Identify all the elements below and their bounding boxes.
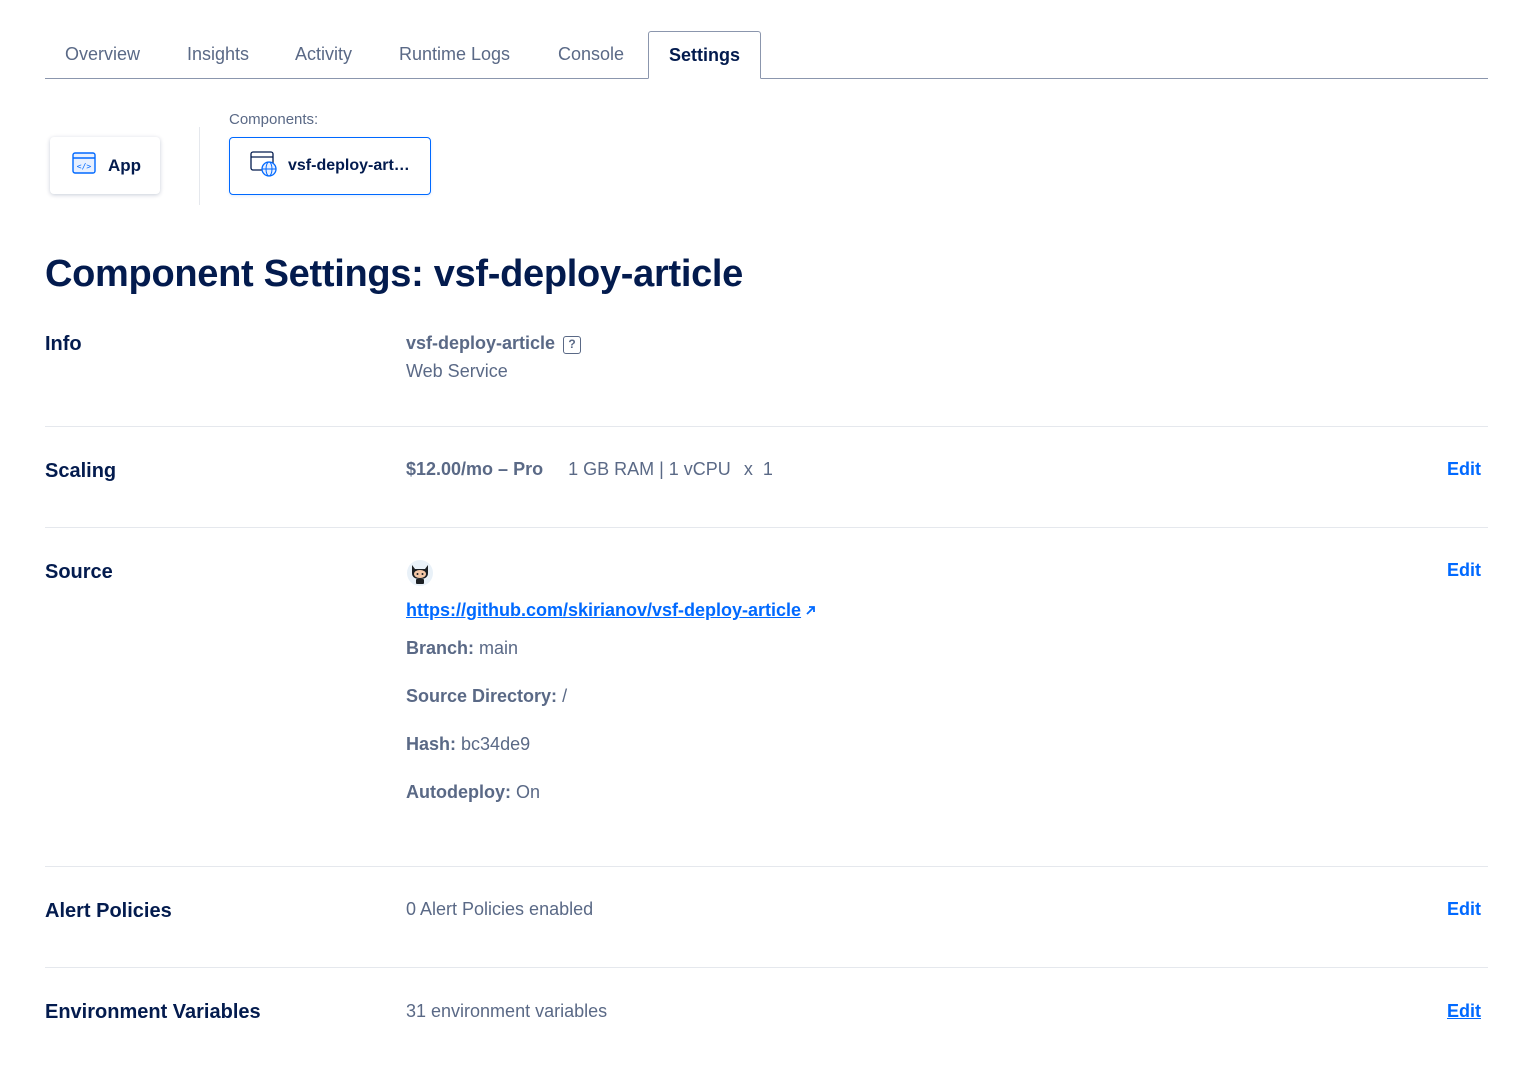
alert-policies-label: Alert Policies	[45, 900, 172, 922]
svg-text:</>: </>	[77, 162, 92, 171]
divider	[45, 866, 1488, 867]
source-hash: Hash: bc34de9	[406, 734, 530, 755]
help-icon[interactable]: ?	[563, 336, 582, 354]
web-service-globe-icon	[250, 150, 278, 182]
page-title: Component Settings: vsf-deploy-article	[45, 253, 744, 295]
tab-activity[interactable]: Activity	[275, 31, 372, 79]
branch-value: main	[479, 638, 519, 658]
component-app-card[interactable]: </> App	[50, 137, 160, 194]
source-label: Source	[45, 561, 113, 583]
component-service-card[interactable]: vsf-deploy-article	[229, 137, 431, 195]
alert-policies-edit-button[interactable]: Edit	[1447, 899, 1481, 920]
autodeploy-key: Autodeploy:	[406, 782, 511, 802]
env-vars-value: 31 environment variables	[406, 1001, 608, 1021]
component-service-label: vsf-deploy-article	[288, 157, 413, 174]
tab-runtime-logs[interactable]: Runtime Logs	[379, 31, 530, 79]
tab-bar: Overview Insights Activity Runtime Logs …	[45, 31, 1488, 79]
env-vars-edit-button[interactable]: Edit	[1447, 1001, 1481, 1022]
repo-link[interactable]: https://github.com/skirianov/vsf-deploy-…	[406, 600, 816, 621]
divider	[45, 967, 1488, 968]
tab-console[interactable]: Console	[538, 31, 644, 79]
hash-value: bc34de9	[461, 734, 531, 754]
source-directory: Source Directory: /	[406, 686, 567, 707]
scaling-count: x 1	[743, 459, 773, 479]
source-branch: Branch: main	[406, 638, 518, 659]
code-window-icon: </>	[72, 152, 96, 179]
alert-policies-value: 0 Alert Policies enabled	[406, 899, 594, 919]
hash-key: Hash:	[406, 734, 457, 754]
info-label: Info	[45, 333, 82, 355]
branch-key: Branch:	[406, 638, 475, 658]
scaling-value: $12.00/mo – Pro 1 GB RAM | 1 vCPU x 1	[406, 459, 773, 480]
source-edit-button[interactable]: Edit	[1447, 560, 1481, 581]
scaling-price: $12.00/mo – Pro	[406, 459, 544, 479]
source-autodeploy: Autodeploy: On	[406, 782, 540, 803]
divider	[45, 527, 1488, 528]
tab-settings[interactable]: Settings	[648, 31, 762, 79]
autodeploy-value: On	[516, 782, 541, 802]
external-link-icon	[805, 600, 816, 621]
components-caption: Components:	[229, 111, 319, 128]
component-divider	[199, 127, 200, 205]
info-name: vsf-deploy-article	[406, 333, 556, 353]
scaling-spec: 1 GB RAM | 1 vCPU	[568, 459, 731, 479]
tab-overview[interactable]: Overview	[45, 31, 160, 79]
tab-insights[interactable]: Insights	[167, 31, 269, 79]
component-app-label: App	[108, 155, 142, 175]
info-type: Web Service	[406, 361, 508, 381]
scaling-edit-button[interactable]: Edit	[1447, 459, 1481, 480]
directory-key: Source Directory:	[406, 686, 558, 706]
divider	[45, 426, 1488, 427]
github-octocat-icon	[406, 559, 434, 592]
env-vars-label: Environment Variables	[45, 1001, 261, 1023]
repo-link-text: https://github.com/skirianov/vsf-deploy-…	[406, 600, 802, 620]
scaling-label: Scaling	[45, 460, 117, 482]
info-name-row: vsf-deploy-article?	[406, 333, 582, 354]
directory-value: /	[562, 686, 568, 706]
